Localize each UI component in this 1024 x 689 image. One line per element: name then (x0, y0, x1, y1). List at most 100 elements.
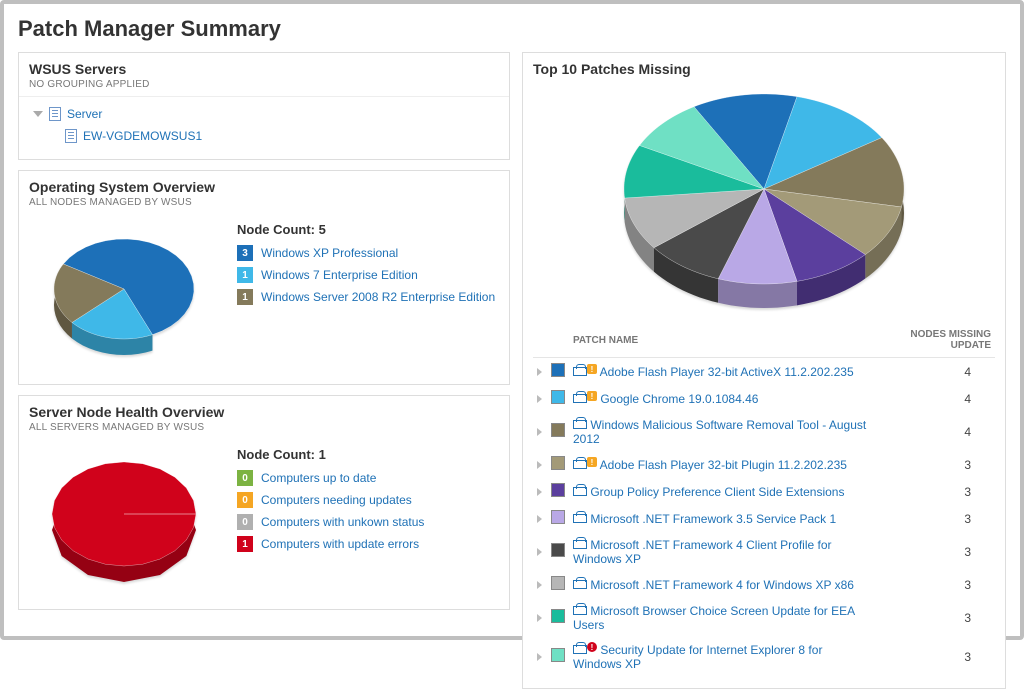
expand-icon[interactable] (537, 395, 542, 403)
patch-row[interactable]: Microsoft .NET Framework 3.5 Service Pac… (533, 505, 995, 532)
nodes-missing-count: 3 (874, 451, 995, 478)
wsus-servers-panel: WSUS Servers NO GROUPING APPLIED Server … (18, 52, 510, 160)
expand-icon[interactable] (537, 581, 542, 589)
legend-label[interactable]: Computers up to date (261, 471, 376, 485)
health-subtitle: ALL SERVERS MANAGED BY WSUS (29, 422, 499, 433)
patch-row[interactable]: Microsoft Browser Choice Screen Update f… (533, 598, 995, 637)
patch-row[interactable]: Microsoft .NET Framework 4 Client Profil… (533, 532, 995, 571)
legend-label[interactable]: Computers with unkown status (261, 515, 424, 529)
nodes-missing-count: 4 (874, 358, 995, 386)
color-swatch (551, 483, 565, 497)
node-health-panel: Server Node Health Overview ALL SERVERS … (18, 395, 510, 610)
expand-icon[interactable] (537, 461, 542, 469)
error-icon: ! (587, 642, 597, 652)
expand-icon[interactable] (537, 488, 542, 496)
os-title: Operating System Overview (29, 179, 499, 195)
legend-item[interactable]: 0 Computers up to date (237, 470, 499, 486)
legend-item[interactable]: 1 Windows 7 Enterprise Edition (237, 267, 499, 283)
count-badge: 3 (237, 245, 253, 261)
patch-row[interactable]: ! Adobe Flash Player 32-bit ActiveX 11.2… (533, 358, 995, 386)
chevron-down-icon[interactable] (33, 111, 43, 117)
legend-item[interactable]: 1 Windows Server 2008 R2 Enterprise Editi… (237, 289, 499, 305)
patch-row[interactable]: Microsoft .NET Framework 4 for Windows X… (533, 571, 995, 598)
th-nodes-missing[interactable]: NODES MISSING UPDATE (874, 323, 995, 358)
patch-row[interactable]: Group Policy Preference Client Side Exte… (533, 478, 995, 505)
legend-item[interactable]: 1 Computers with update errors (237, 536, 499, 552)
warning-icon: ! (587, 391, 597, 401)
legend-label[interactable]: Windows 7 Enterprise Edition (261, 268, 418, 282)
patch-row[interactable]: Windows Malicious Software Removal Tool … (533, 412, 995, 451)
color-swatch (551, 648, 565, 662)
package-icon (573, 457, 587, 469)
patches-pie-chart (523, 83, 1005, 317)
legend-label[interactable]: Computers needing updates (261, 493, 412, 507)
patch-link[interactable]: Google Chrome 19.0.1084.46 (597, 392, 758, 406)
patch-link[interactable]: Microsoft .NET Framework 4 for Windows X… (587, 578, 854, 592)
health-title: Server Node Health Overview (29, 404, 499, 420)
th-patch-name[interactable]: PATCH NAME (569, 323, 874, 358)
nodes-missing-count: 3 (874, 637, 995, 676)
document-icon (65, 129, 77, 143)
page-title: Patch Manager Summary (18, 16, 1006, 42)
expand-icon[interactable] (537, 515, 542, 523)
legend-item[interactable]: 0 Computers needing updates (237, 492, 499, 508)
color-swatch (551, 423, 565, 437)
color-swatch (551, 543, 565, 557)
expand-icon[interactable] (537, 653, 542, 661)
count-badge: 0 (237, 470, 253, 486)
color-swatch (551, 390, 565, 404)
count-badge: 0 (237, 514, 253, 530)
package-icon (573, 364, 587, 376)
tree-child-label[interactable]: EW-VGDEMOWSUS1 (83, 129, 202, 143)
color-swatch (551, 510, 565, 524)
legend-item[interactable]: 0 Computers with unkown status (237, 514, 499, 530)
count-badge: 1 (237, 267, 253, 283)
legend-label[interactable]: Windows XP Professional (261, 246, 398, 260)
expand-icon[interactable] (537, 428, 542, 436)
patch-link[interactable]: Microsoft .NET Framework 4 Client Profil… (573, 538, 832, 566)
legend-label[interactable]: Windows Server 2008 R2 Enterprise Editio… (261, 290, 495, 304)
patch-row[interactable]: ! Adobe Flash Player 32-bit Plugin 11.2.… (533, 451, 995, 478)
package-icon (573, 642, 587, 654)
patch-row[interactable]: ! Google Chrome 19.0.1084.464 (533, 385, 995, 412)
legend-label[interactable]: Computers with update errors (261, 537, 419, 551)
patch-link[interactable]: Microsoft Browser Choice Screen Update f… (573, 604, 854, 632)
legend-item[interactable]: 3 Windows XP Professional (237, 245, 499, 261)
patch-row[interactable]: ! Security Update for Internet Explorer … (533, 637, 995, 676)
color-swatch (551, 363, 565, 377)
package-icon (573, 417, 587, 429)
patch-link[interactable]: Adobe Flash Player 32-bit Plugin 11.2.20… (597, 458, 847, 472)
patch-link[interactable]: Windows Malicious Software Removal Tool … (573, 418, 866, 446)
nodes-missing-count: 3 (874, 598, 995, 637)
tree-root-label[interactable]: Server (67, 107, 102, 121)
expand-icon[interactable] (537, 548, 542, 556)
color-swatch (551, 456, 565, 470)
count-badge: 1 (237, 536, 253, 552)
color-swatch (551, 576, 565, 590)
nodes-missing-count: 3 (874, 478, 995, 505)
patch-link[interactable]: Group Policy Preference Client Side Exte… (587, 485, 844, 499)
tree-root-row[interactable]: Server (33, 103, 499, 125)
os-pie-chart (29, 222, 219, 372)
os-node-count: Node Count: 5 (237, 222, 499, 237)
tree-child-row[interactable]: EW-VGDEMOWSUS1 (33, 125, 499, 147)
os-overview-panel: Operating System Overview ALL NODES MANA… (18, 170, 510, 385)
patch-link[interactable]: Microsoft .NET Framework 3.5 Service Pac… (587, 512, 836, 526)
nodes-missing-count: 3 (874, 532, 995, 571)
color-swatch (551, 609, 565, 623)
patch-link[interactable]: Adobe Flash Player 32-bit ActiveX 11.2.2… (597, 365, 854, 379)
health-node-count: Node Count: 1 (237, 447, 499, 462)
wsus-subtitle: NO GROUPING APPLIED (29, 79, 499, 90)
top-patches-panel: Top 10 Patches Missing PATCH NAME NODES … (522, 52, 1006, 689)
package-icon (573, 603, 587, 615)
expand-icon[interactable] (537, 368, 542, 376)
count-badge: 1 (237, 289, 253, 305)
patch-link[interactable]: Security Update for Internet Explorer 8 … (573, 643, 822, 671)
os-subtitle: ALL NODES MANAGED BY WSUS (29, 197, 499, 208)
wsus-title: WSUS Servers (29, 61, 499, 77)
expand-icon[interactable] (537, 614, 542, 622)
count-badge: 0 (237, 492, 253, 508)
package-icon (573, 391, 587, 403)
package-icon (573, 484, 587, 496)
package-icon (573, 577, 587, 589)
